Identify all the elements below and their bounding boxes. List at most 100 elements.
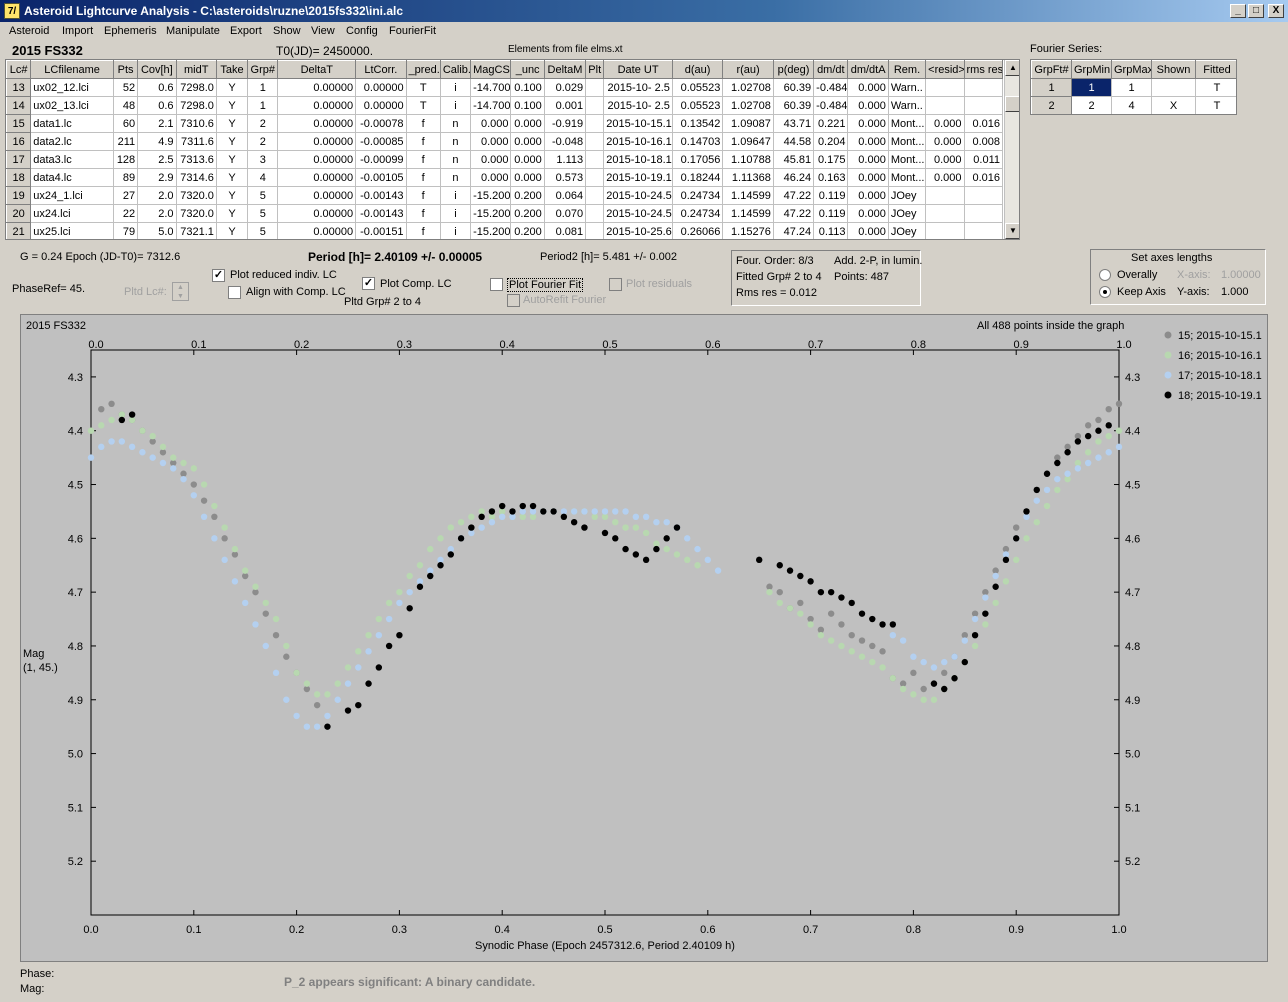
table-cell[interactable]: 0.000	[925, 168, 965, 187]
table-cell[interactable]: 0.000	[510, 132, 545, 151]
table-cell[interactable]: 1.11368	[722, 168, 774, 187]
table-cell[interactable]: Y	[215, 132, 249, 151]
table-cell[interactable]: 45.81	[772, 150, 815, 169]
table-cell[interactable]: Mont...	[887, 150, 927, 169]
column-header[interactable]: LCfilename	[30, 60, 114, 79]
table-cell[interactable]: -0.484	[813, 96, 849, 115]
keep-axis-radio[interactable]	[1099, 286, 1111, 298]
table-cell[interactable]: 0.000	[925, 132, 965, 151]
table-cell[interactable]: 2.1	[137, 114, 177, 133]
table-cell[interactable]: Y	[215, 222, 249, 239]
column-header[interactable]: <resid>	[925, 60, 965, 79]
column-header[interactable]: _pred.	[405, 60, 441, 79]
table-cell[interactable]: n	[439, 114, 472, 133]
table-cell[interactable]: 0.000	[847, 186, 889, 205]
menu-view[interactable]: View	[311, 25, 335, 37]
table-cell[interactable]: 1.02708	[722, 96, 774, 115]
table-cell[interactable]: 0.26066	[671, 222, 724, 239]
table-cell[interactable]	[925, 186, 965, 205]
table-cell[interactable]	[585, 168, 605, 187]
table-cell[interactable]: -0.00151	[355, 222, 407, 239]
column-header[interactable]: rms res	[963, 60, 1003, 79]
table-cell[interactable]: i	[439, 96, 472, 115]
table-cell[interactable]: 2015-10-19.1	[603, 168, 673, 187]
table-cell[interactable]: 7311.6	[175, 132, 217, 151]
fourier-row-header[interactable]: 2	[1031, 96, 1072, 114]
table-cell[interactable]: 0.17056	[671, 150, 724, 169]
fourier-cell[interactable]: 2	[1071, 96, 1112, 114]
row-header[interactable]: 13	[6, 78, 32, 97]
column-header[interactable]: midT	[175, 60, 217, 79]
fourier-column-header[interactable]: Shown	[1151, 60, 1196, 79]
table-cell[interactable]: 7320.0	[175, 186, 217, 205]
table-cell[interactable]: i	[439, 222, 472, 239]
row-header[interactable]: 17	[6, 150, 32, 169]
table-cell[interactable]: 4	[247, 168, 279, 187]
table-cell[interactable]: 0.016	[963, 114, 1003, 133]
table-cell[interactable]: f	[405, 114, 441, 133]
table-cell[interactable]	[925, 96, 965, 115]
table-cell[interactable]: 2015-10-24.5	[603, 186, 673, 205]
table-cell[interactable]: 60	[112, 114, 139, 133]
row-header[interactable]: 18	[6, 168, 32, 187]
spin-down-icon[interactable]: ▼	[173, 292, 188, 301]
close-button[interactable]: X	[1268, 4, 1284, 18]
table-cell[interactable]: i	[439, 186, 472, 205]
column-header[interactable]: p(deg)	[772, 60, 815, 79]
table-cell[interactable]: 0.00000	[355, 78, 407, 97]
fourier-cell[interactable]: 1	[1111, 78, 1152, 97]
table-cell[interactable]	[925, 78, 965, 97]
table-cell[interactable]: 0.064	[543, 186, 587, 205]
menu-show[interactable]: Show	[273, 25, 301, 37]
table-cell[interactable]: f	[405, 150, 441, 169]
fourier-column-header[interactable]: GrpMin	[1071, 60, 1112, 79]
table-cell[interactable]: Mont...	[887, 132, 927, 151]
table-cell[interactable]	[585, 114, 605, 133]
fourier-cell[interactable]: 1	[1071, 78, 1112, 97]
table-cell[interactable]	[925, 222, 965, 239]
table-cell[interactable]: -0.484	[813, 78, 849, 97]
table-cell[interactable]: 2015-10-16.1	[603, 132, 673, 151]
table-cell[interactable]: 2015-10- 2.5	[603, 96, 673, 115]
fourier-column-header[interactable]: GrpMax	[1111, 60, 1152, 79]
table-cell[interactable]: 4.9	[137, 132, 177, 151]
table-cell[interactable]: -0.00105	[355, 168, 407, 187]
table-cell[interactable]: -15.200	[470, 222, 512, 239]
table-cell[interactable]: JOey	[887, 204, 927, 223]
table-cell[interactable]: 0.221	[813, 114, 849, 133]
table-cell[interactable]: 0.001	[543, 96, 587, 115]
table-cell[interactable]: 1.15276	[722, 222, 774, 239]
row-header[interactable]: 21	[6, 222, 32, 239]
plot-comp-checkbox[interactable]: ✓	[362, 277, 375, 290]
column-header[interactable]: Rem.	[887, 60, 927, 79]
table-cell[interactable]: 0.070	[543, 204, 587, 223]
table-cell[interactable]: 0.163	[813, 168, 849, 187]
table-cell[interactable]: i	[439, 204, 472, 223]
table-cell[interactable]: 7321.1	[175, 222, 217, 239]
table-cell[interactable]: 0.119	[813, 204, 849, 223]
table-cell[interactable]	[585, 96, 605, 115]
table-cell[interactable]: 0.100	[510, 96, 545, 115]
table-scrollbar[interactable]: ▲ ▼	[1004, 60, 1019, 239]
table-cell[interactable]: 0.000	[470, 168, 512, 187]
table-cell[interactable]: 0.119	[813, 186, 849, 205]
table-cell[interactable]: 0.000	[847, 96, 889, 115]
table-row[interactable]: 19 ux24_1.lci 27 2.0 7320.0 Y 5 0.00000 -0.00143…	[6, 186, 1003, 205]
column-header[interactable]: dm/dtA	[847, 60, 889, 79]
table-cell[interactable]: 2015-10-24.5	[603, 204, 673, 223]
table-cell[interactable]	[585, 150, 605, 169]
table-cell[interactable]: 0.000	[847, 114, 889, 133]
column-header[interactable]: Plt	[585, 60, 605, 79]
table-cell[interactable]: Y	[215, 186, 249, 205]
plot-fourier-checkbox[interactable]	[490, 278, 503, 291]
table-cell[interactable]: 0.18244	[671, 168, 724, 187]
table-row[interactable]: 18 data4.lc 89 2.9 7314.6 Y 4 0.00000 -0.00105 f n…	[6, 168, 1003, 187]
table-cell[interactable]: 0.200	[510, 204, 545, 223]
table-cell[interactable]	[963, 96, 1003, 115]
fourier-cell[interactable]: X	[1151, 96, 1196, 114]
menu-export[interactable]: Export	[230, 25, 262, 37]
table-cell[interactable]: 89	[112, 168, 139, 187]
table-cell[interactable]: 5	[247, 186, 279, 205]
pltd-lc-spinner[interactable]: ▲ ▼	[172, 282, 189, 301]
table-cell[interactable]: 0.13542	[671, 114, 724, 133]
